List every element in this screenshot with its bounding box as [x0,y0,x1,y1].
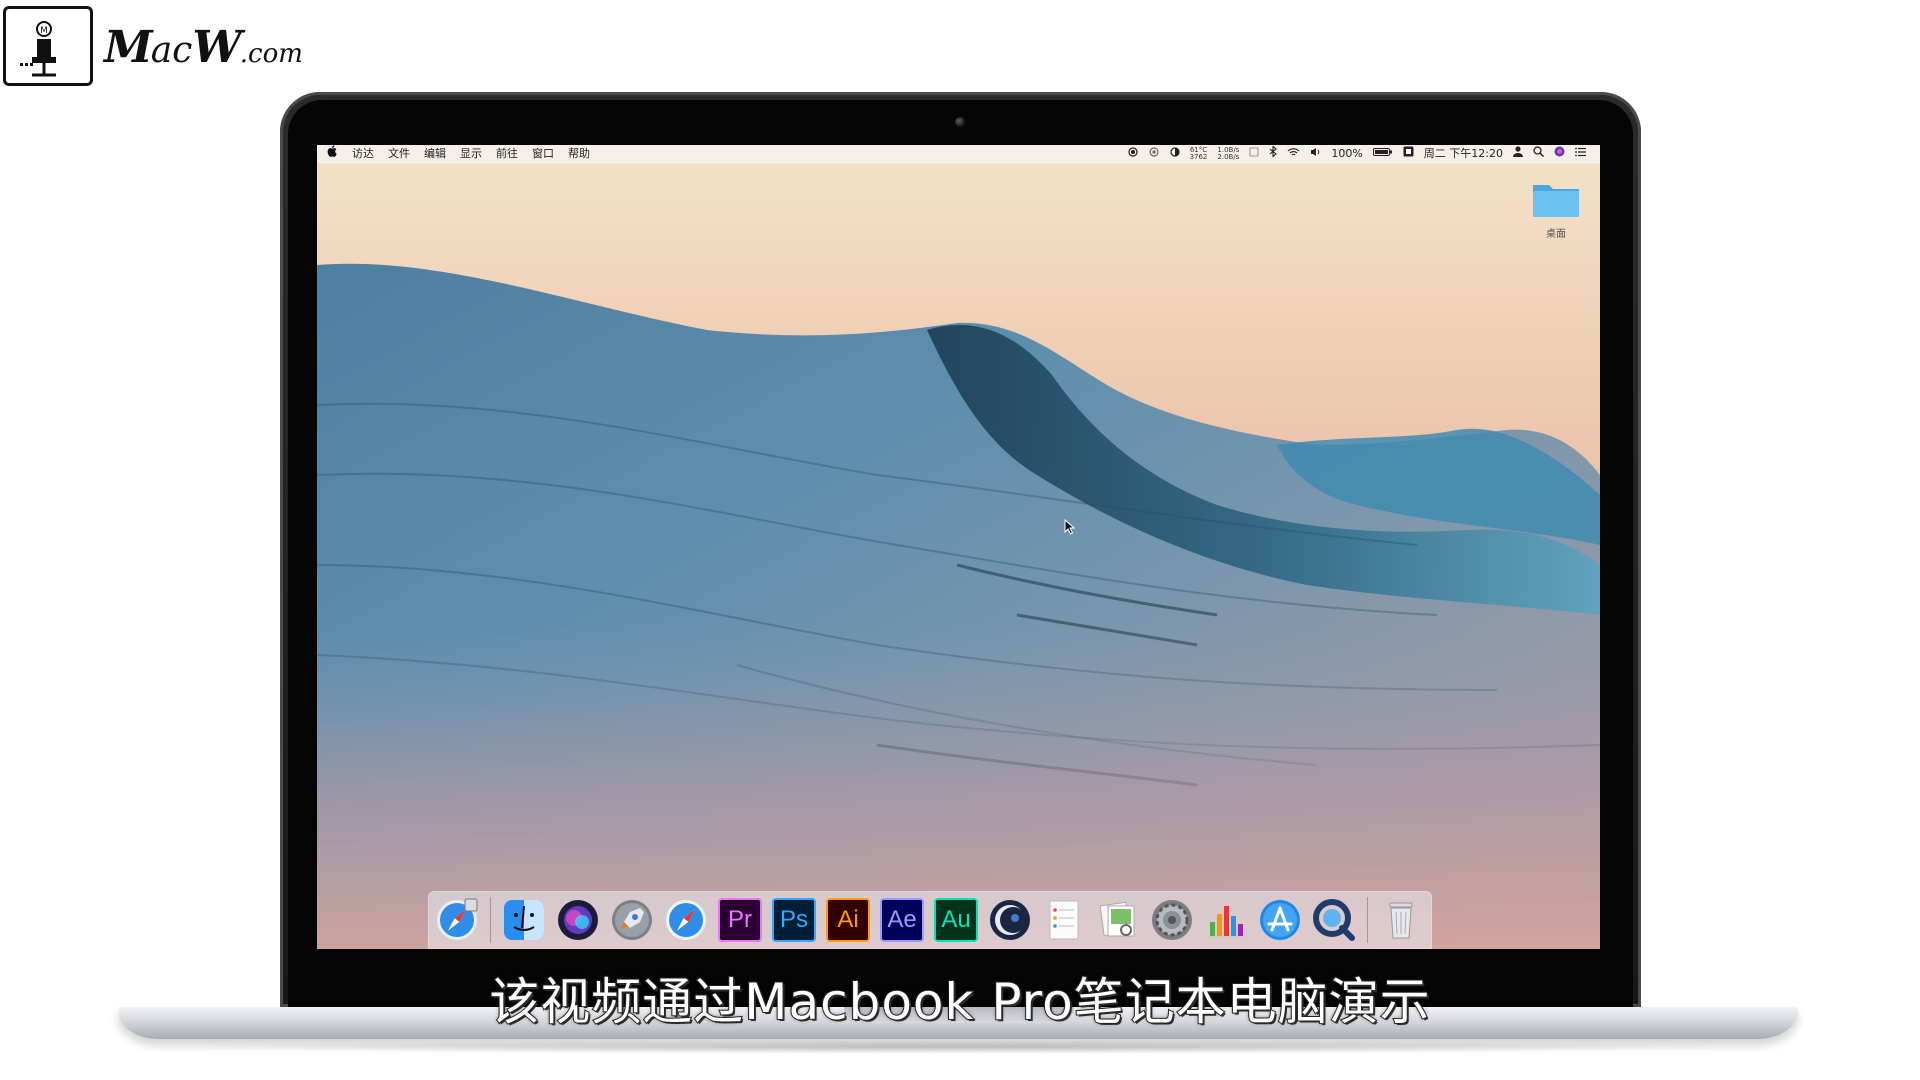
trash-icon [1389,902,1413,939]
wave-wallpaper [317,145,1600,949]
macbook-shadow [170,1040,1750,1054]
user-icon[interactable] [1513,145,1523,163]
network-speed-readout[interactable]: 1.0B/s 2.0B/s [1217,147,1239,161]
input-method-icon[interactable] [1403,145,1414,163]
webcam [955,117,965,127]
dock-item-after-effects[interactable]: Ae [877,895,927,945]
macos-screen: 访达 文件 编辑 显示 前往 窗口 帮助 61°C 3762 1.0B/s 2.0B… [317,145,1600,949]
dock-item-finder[interactable] [499,895,549,945]
bluetooth-icon[interactable] [1269,145,1278,163]
dock-item-reminders[interactable] [1039,895,1089,945]
notes-list-icon [1049,900,1079,940]
menu-window[interactable]: 窗口 [532,145,554,163]
dock-item-illustrator[interactable]: Ai [823,895,873,945]
dock: Pr Ps Ai Ae Au [428,891,1432,949]
eye-icon[interactable] [1148,145,1160,163]
safari-compass-icon [437,898,478,940]
preview-photos-icon [1099,901,1135,937]
dock-item-photoshop[interactable]: Ps [769,895,819,945]
dock-item-cinema-4d[interactable] [985,895,1035,945]
dock-item-numbers[interactable] [1201,895,1251,945]
macw-computer-logo-icon: M [3,6,93,86]
premiere-pro-icon: Pr [718,898,762,942]
macw-wordmark: MacW.com [104,22,303,73]
mouse-cursor-icon [1064,519,1076,535]
audition-icon: Au [934,898,978,942]
dock-item-audition[interactable]: Au [931,895,981,945]
desktop-folder-label: 桌面 [1546,229,1566,240]
safari-compass-icon [666,900,706,940]
menu-file[interactable]: 文件 [388,145,410,163]
dock-item-system-preferences[interactable] [1147,895,1197,945]
notification-center-icon[interactable] [1575,145,1586,163]
dock-item-quicktime[interactable] [1309,895,1359,945]
cinema4d-icon [990,900,1030,940]
dock-item-launchpad[interactable] [607,895,657,945]
bar-chart-icon [1208,906,1245,938]
apple-icon[interactable] [327,145,338,163]
after-effects-icon: Ae [880,898,924,942]
dock-item-premiere-pro[interactable]: Pr [715,895,765,945]
dock-separator [490,897,491,943]
svg-text:M: M [40,26,48,36]
photoshop-icon: Ps [772,898,816,942]
dock-item-safari-downloads[interactable] [432,895,482,945]
menu-bar: 访达 文件 编辑 显示 前往 窗口 帮助 61°C 3762 1.0B/s 2.0B… [317,145,1600,163]
spotlight-search-icon[interactable] [1533,145,1545,163]
folder-icon [1533,185,1579,217]
illustrator-icon: Ai [826,898,870,942]
gear-icon [1152,900,1192,940]
menu-finder[interactable]: 访达 [352,145,374,163]
video-subtitle: 该视频通过Macbook Pro笔记本电脑演示 [488,972,1431,1032]
wifi-icon[interactable] [1287,145,1300,163]
temperature-readout[interactable]: 61°C 3762 [1190,147,1208,161]
battery-percent[interactable]: 100% [1331,145,1362,163]
dock-item-trash[interactable] [1376,895,1426,945]
finder-icon [504,900,544,940]
volume-icon[interactable] [1310,145,1321,163]
launchpad-rocket-icon [612,900,652,940]
record-icon[interactable] [1127,145,1138,163]
app-store-icon [1260,900,1300,940]
siri-icon[interactable] [1554,145,1565,163]
dock-separator [1367,897,1368,943]
menu-go[interactable]: 前往 [496,145,518,163]
menu-help[interactable]: 帮助 [568,145,590,163]
cpu-monitor-icon[interactable] [1249,145,1259,163]
macw-logo: M MacW.com [0,0,303,105]
clock[interactable]: 周二 下午12:20 [1424,145,1503,163]
dock-item-safari[interactable] [661,895,711,945]
battery-icon[interactable] [1372,145,1393,163]
dock-item-app-store[interactable] [1255,895,1305,945]
desktop-folder[interactable]: 桌面 [1530,179,1582,245]
dock-item-siri[interactable] [553,895,603,945]
siri-icon [558,900,598,940]
dock-item-preview[interactable] [1093,895,1143,945]
quicktime-icon [1313,899,1355,941]
menu-edit[interactable]: 编辑 [424,145,446,163]
half-circle-icon[interactable] [1169,145,1180,163]
menu-view[interactable]: 显示 [460,145,482,163]
